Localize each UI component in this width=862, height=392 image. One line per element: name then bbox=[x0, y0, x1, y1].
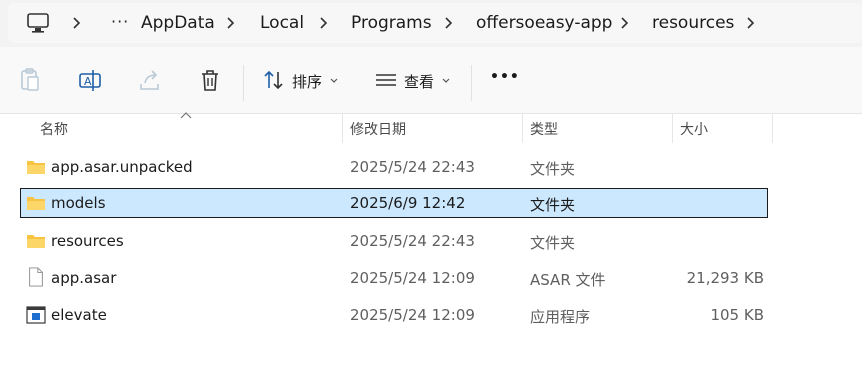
more-options-button[interactable]: ••• bbox=[490, 69, 520, 85]
chevron-right-icon[interactable] bbox=[317, 16, 331, 30]
chevron-right-icon[interactable] bbox=[70, 16, 84, 30]
folder-icon bbox=[27, 235, 45, 248]
file-type: 文件夹 bbox=[530, 234, 576, 252]
file-type: 文件夹 bbox=[530, 160, 576, 178]
file-size: 21,293 KB bbox=[686, 269, 764, 287]
column-header-type[interactable]: 类型 bbox=[530, 119, 558, 139]
file-icon bbox=[29, 267, 43, 287]
column-header-modified[interactable]: 修改日期 bbox=[350, 119, 406, 139]
sort-button[interactable]: 排序 bbox=[292, 71, 322, 92]
file-size: 105 KB bbox=[710, 306, 764, 324]
sort-icon[interactable] bbox=[260, 66, 288, 94]
toolbar-separator bbox=[471, 65, 472, 101]
file-modified: 2025/5/24 22:43 bbox=[350, 232, 475, 250]
file-type: 应用程序 bbox=[530, 308, 591, 326]
paste-icon[interactable] bbox=[16, 66, 44, 94]
file-name: elevate bbox=[51, 306, 107, 324]
file-modified: 2025/5/24 12:09 bbox=[350, 306, 475, 324]
chevron-right-icon[interactable] bbox=[224, 16, 238, 30]
file-name: app.asar.unpacked bbox=[51, 158, 193, 176]
breadcrumb-item-programs[interactable]: Programs bbox=[351, 3, 432, 43]
file-name: app.asar bbox=[51, 269, 117, 287]
column-divider[interactable] bbox=[342, 113, 343, 143]
breadcrumb-item-resources[interactable]: resources bbox=[652, 3, 734, 43]
breadcrumb-item-local[interactable]: Local bbox=[260, 3, 304, 43]
chevron-down-icon[interactable] bbox=[330, 78, 338, 84]
file-modified: 2025/5/24 22:43 bbox=[350, 158, 475, 176]
view-button[interactable]: 查看 bbox=[404, 71, 434, 92]
delete-icon[interactable] bbox=[196, 66, 224, 94]
file-row-app-asar[interactable]: app.asar 2025/5/24 12:09 ASAR 文件 21,293 … bbox=[20, 263, 768, 293]
file-modified: 2025/6/9 12:42 bbox=[350, 194, 466, 212]
breadcrumb-item-appdata[interactable]: AppData bbox=[141, 3, 215, 43]
breadcrumb-item-offersoeasy-app[interactable]: offersoeasy-app bbox=[476, 3, 612, 43]
breadcrumb[interactable]: ··· AppData Local Programs offersoeasy-a… bbox=[8, 3, 862, 43]
chevron-down-icon[interactable] bbox=[442, 78, 450, 84]
file-row-elevate[interactable]: elevate 2025/5/24 12:09 应用程序 105 KB bbox=[20, 300, 768, 330]
column-header-size[interactable]: 大小 bbox=[680, 119, 708, 139]
svg-text:A: A bbox=[84, 75, 92, 88]
column-divider[interactable] bbox=[672, 113, 673, 143]
rename-icon[interactable]: A bbox=[76, 66, 104, 94]
address-bar: ··· AppData Local Programs offersoeasy-a… bbox=[0, 0, 862, 47]
file-type: 文件夹 bbox=[530, 196, 576, 214]
file-type: ASAR 文件 bbox=[530, 271, 606, 289]
application-icon bbox=[26, 306, 46, 324]
chevron-right-icon[interactable] bbox=[618, 16, 632, 30]
sort-ascending-icon bbox=[180, 112, 192, 119]
file-name: resources bbox=[51, 232, 124, 250]
file-row-models[interactable]: models 2025/6/9 12:42 文件夹 bbox=[20, 188, 768, 218]
folder-icon bbox=[27, 197, 45, 210]
column-header-row: 名称 修改日期 类型 大小 bbox=[0, 112, 862, 143]
view-icon[interactable] bbox=[372, 66, 400, 94]
file-modified: 2025/5/24 12:09 bbox=[350, 269, 475, 287]
file-name: models bbox=[51, 194, 106, 212]
column-header-name[interactable]: 名称 bbox=[40, 119, 68, 139]
chevron-right-icon[interactable] bbox=[442, 16, 456, 30]
this-pc-icon[interactable] bbox=[26, 12, 50, 34]
file-row-resources[interactable]: resources 2025/5/24 22:43 文件夹 bbox=[20, 226, 768, 256]
chevron-right-icon[interactable] bbox=[744, 16, 758, 30]
share-icon[interactable] bbox=[136, 66, 164, 94]
folder-icon bbox=[27, 161, 45, 174]
column-divider[interactable] bbox=[772, 113, 773, 143]
file-row-app-asar-unpacked[interactable]: app.asar.unpacked 2025/5/24 22:43 文件夹 bbox=[20, 152, 768, 182]
command-bar: A 排序 查看 ••• bbox=[0, 47, 862, 114]
column-divider[interactable] bbox=[522, 113, 523, 143]
toolbar-separator bbox=[243, 65, 244, 101]
breadcrumb-overflow[interactable]: ··· bbox=[111, 12, 129, 31]
